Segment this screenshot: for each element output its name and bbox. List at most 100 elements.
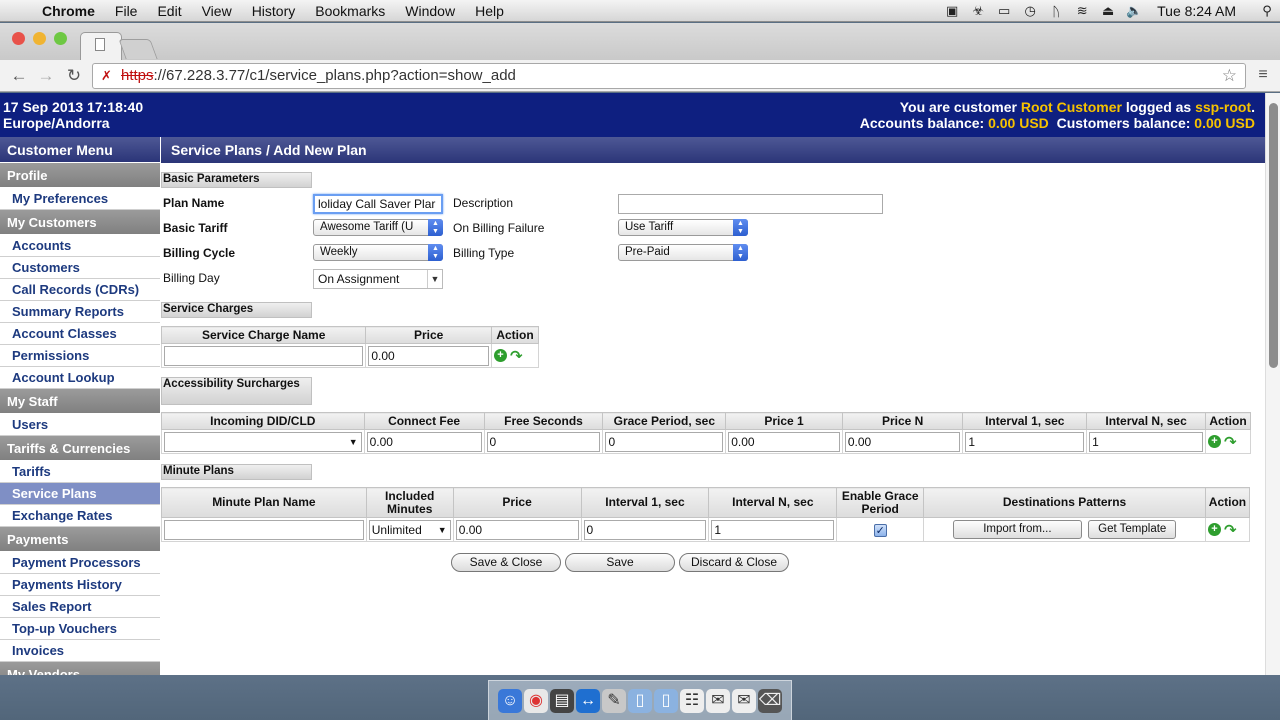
back-icon[interactable]: ← <box>8 65 30 87</box>
add-icon[interactable]: + <box>494 349 507 362</box>
enable-grace-period-checkbox[interactable]: ✓ <box>873 523 887 537</box>
billing-type-select[interactable]: Pre-Paid ▲ ▼ <box>618 244 748 261</box>
save-button[interactable]: Save <box>565 553 675 572</box>
connect-fee-input[interactable]: 0.00 <box>366 431 482 452</box>
sidebar-group-payments[interactable]: Payments <box>0 527 160 552</box>
address-bar[interactable]: ✗ https://67.228.3.77/c1/service_plans.p… <box>92 63 1246 89</box>
reload-icon[interactable]: ↻ <box>63 65 85 87</box>
interval-1-input[interactable]: 1 <box>965 431 1085 452</box>
import-from-button[interactable]: Import from... <box>952 520 1082 539</box>
menu-bookmarks[interactable]: Bookmarks <box>305 3 395 19</box>
undo-icon[interactable]: ↷ <box>1224 433 1238 451</box>
menu-view[interactable]: View <box>192 3 242 19</box>
minute-plan-interval-n-input[interactable]: 1 <box>711 519 835 540</box>
sidebar-item-service-plans[interactable]: Service Plans <box>0 483 160 505</box>
clapperboard-icon[interactable]: ▤ <box>550 688 574 713</box>
spotlight-search-icon[interactable]: ⚲ <box>1254 3 1280 19</box>
sidebar-item-users[interactable]: Users <box>0 414 160 436</box>
discard-close-button[interactable]: Discard & Close <box>679 553 789 572</box>
preview-icon[interactable]: ✎ <box>602 688 626 713</box>
plan-name-input[interactable]: loliday Call Saver Plar <box>313 194 443 214</box>
sidebar-item-permissions[interactable]: Permissions <box>0 345 160 367</box>
chat-icon[interactable]: ✉ <box>706 688 730 713</box>
included-minutes-select[interactable]: Unlimited ▼ <box>368 519 451 540</box>
service-charge-name-input[interactable] <box>164 345 364 366</box>
time-machine-icon[interactable]: ◷ <box>1017 3 1043 19</box>
broken-lock-icon[interactable]: ✗ <box>101 64 112 88</box>
scrollbar-thumb[interactable] <box>1269 103 1278 368</box>
description-input[interactable] <box>618 194 883 214</box>
sidebar-item-sales-report[interactable]: Sales Report <box>0 596 160 618</box>
undo-icon[interactable]: ↷ <box>510 347 524 365</box>
minute-plan-interval-1-input[interactable]: 0 <box>583 519 707 540</box>
sidebar-group-my-customers[interactable]: My Customers <box>0 210 160 235</box>
sidebar-item-exchange-rates[interactable]: Exchange Rates <box>0 505 160 527</box>
get-template-button[interactable]: Get Template <box>1088 520 1177 539</box>
trash-icon[interactable]: ⌫ <box>758 688 782 713</box>
minute-plan-name-input[interactable] <box>164 519 364 540</box>
minimize-window-button[interactable] <box>33 32 46 45</box>
sidebar-group-my-staff[interactable]: My Staff <box>0 389 160 414</box>
folder-icon[interactable]: ▯ <box>654 688 678 713</box>
billing-cycle-select[interactable]: Weekly ▲ ▼ <box>313 244 443 261</box>
basic-tariff-select[interactable]: Awesome Tariff (U ▲ ▼ <box>313 219 443 236</box>
sidebar-item-invoices[interactable]: Invoices <box>0 640 160 662</box>
camera-icon[interactable]: ▣ <box>939 3 965 19</box>
sidebar-item-payments-history[interactable]: Payments History <box>0 574 160 596</box>
folder-icon[interactable]: ▯ <box>628 688 652 713</box>
sidebar-item-tariffs[interactable]: Tariffs <box>0 461 160 483</box>
save-close-button[interactable]: Save & Close <box>451 553 561 572</box>
menu-edit[interactable]: Edit <box>147 3 191 19</box>
bookmark-star-icon[interactable]: ☆ <box>1222 64 1237 88</box>
menu-help[interactable]: Help <box>465 3 514 19</box>
clock[interactable]: Tue 8:24 AM <box>1147 3 1254 19</box>
menu-file[interactable]: File <box>105 3 148 19</box>
sidebar-item-accounts[interactable]: Accounts <box>0 235 160 257</box>
sidebar-item-topup-vouchers[interactable]: Top-up Vouchers <box>0 618 160 640</box>
undo-icon[interactable]: ↷ <box>1224 521 1238 539</box>
add-icon[interactable]: + <box>1207 523 1221 536</box>
sidebar-group-tariffs[interactable]: Tariffs & Currencies <box>0 436 160 461</box>
menu-window[interactable]: Window <box>395 3 465 19</box>
evernote-icon[interactable]: ☣ <box>965 3 991 19</box>
new-tab-button[interactable] <box>118 39 158 59</box>
menu-app-name[interactable]: Chrome <box>40 3 105 19</box>
close-window-button[interactable] <box>12 32 25 45</box>
chrome-menu-icon[interactable]: ≡ <box>1256 66 1270 84</box>
wifi-icon[interactable]: ≋ <box>1069 3 1095 19</box>
volume-icon[interactable]: 🔈 <box>1121 3 1147 19</box>
sidebar-item-summary-reports[interactable]: Summary Reports <box>0 301 160 323</box>
minute-plan-price-input[interactable]: 0.00 <box>455 519 579 540</box>
chrome-icon[interactable]: ◉ <box>524 688 548 713</box>
browser-tab[interactable] <box>80 32 122 60</box>
menu-history[interactable]: History <box>242 3 306 19</box>
price-1-input[interactable]: 0.00 <box>728 431 840 452</box>
sidebar-item-cdrs[interactable]: Call Records (CDRs) <box>0 279 160 301</box>
add-icon[interactable]: + <box>1207 435 1221 448</box>
page-scrollbar[interactable] <box>1265 93 1280 675</box>
bluetooth-icon[interactable]: ᚢ <box>1043 4 1069 19</box>
sidebar-item-account-lookup[interactable]: Account Lookup <box>0 367 160 389</box>
sidebar-item-account-classes[interactable]: Account Classes <box>0 323 160 345</box>
mail-icon[interactable]: ✉ <box>732 688 756 713</box>
sidebar-item-payment-processors[interactable]: Payment Processors <box>0 552 160 574</box>
display-icon[interactable]: ▭ <box>991 3 1017 19</box>
interval-n-input[interactable]: 1 <box>1089 431 1203 452</box>
teamviewer-icon[interactable]: ↔ <box>576 688 600 713</box>
eject-icon[interactable]: ⏏ <box>1095 3 1121 19</box>
zoom-window-button[interactable] <box>54 32 67 45</box>
service-charge-price-input[interactable]: 0.00 <box>368 345 489 366</box>
forward-icon[interactable]: → <box>35 65 57 87</box>
finder-icon[interactable]: ☺ <box>498 688 522 713</box>
incoming-did-select[interactable]: ▼ <box>164 431 362 452</box>
grace-period-input[interactable]: 0 <box>605 431 724 452</box>
sidebar-item-my-preferences[interactable]: My Preferences <box>0 188 160 210</box>
free-seconds-input[interactable]: 0 <box>486 431 601 452</box>
on-billing-failure-select[interactable]: Use Tariff ▲ ▼ <box>618 219 748 236</box>
sidebar-group-profile[interactable]: Profile <box>0 163 160 188</box>
sidebar-item-customers[interactable]: Customers <box>0 257 160 279</box>
price-n-input[interactable]: 0.00 <box>844 431 961 452</box>
billing-day-select[interactable]: On Assignment ▼ <box>313 269 443 289</box>
sidebar-group-my-vendors[interactable]: My Vendors <box>0 662 160 675</box>
document-icon[interactable]: ☷ <box>680 688 704 713</box>
